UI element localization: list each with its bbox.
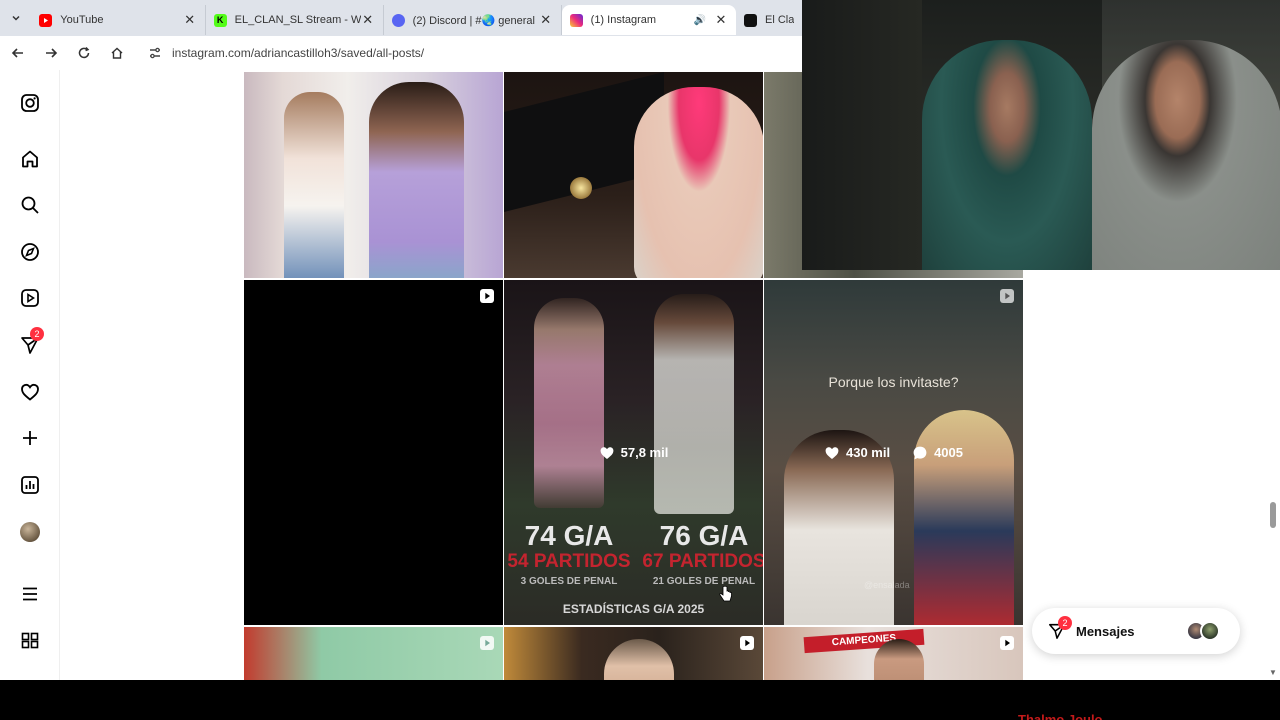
comments-stat: 4005 (912, 445, 963, 461)
youtube-favicon-icon (39, 13, 53, 27)
ga-value: 74 G/A (524, 520, 614, 551)
address-bar[interactable]: instagram.com/adriancastilloh3/saved/all… (140, 40, 802, 66)
avatar (20, 522, 40, 542)
likes-count: 430 mil (845, 445, 891, 460)
tab-title: El Clan (765, 14, 794, 26)
likes-stat: 430 mil (824, 445, 890, 461)
saved-post[interactable] (504, 72, 763, 278)
browser-tab-instagram[interactable]: (1) Instagram 🔊 ✕ (561, 5, 736, 35)
browser-tab-kick-stream[interactable]: K EL_CLAN_SL Stream - Watc ✕ (206, 5, 384, 35)
tab-title: (1) Instagram (590, 14, 657, 26)
reel-icon (480, 636, 494, 650)
unread-badge: 2 (30, 327, 44, 341)
comments-count: 4005 (934, 445, 963, 460)
room-wall (802, 0, 922, 270)
penalty-goals: 3 GOLES DE PENAL (520, 576, 618, 587)
saved-post-reel[interactable]: CAMPEONES (764, 627, 1023, 680)
saved-post-reel[interactable] (244, 627, 503, 680)
explore-icon[interactable] (18, 240, 42, 264)
notifications-heart-icon[interactable] (18, 380, 42, 404)
heart-icon (825, 446, 839, 459)
person-left-hoodie (922, 40, 1092, 270)
back-arrow-icon[interactable] (3, 38, 33, 68)
watermark: @ensalada (864, 580, 910, 590)
likes-count: 57,8 mil (620, 445, 669, 460)
messages-icon[interactable]: 2 (18, 327, 44, 357)
saved-post-reel[interactable] (504, 627, 763, 680)
reel-icon (1000, 636, 1014, 650)
close-tab-icon[interactable]: ✕ (183, 12, 197, 28)
saved-post-reel[interactable] (244, 280, 503, 625)
heart-icon (600, 446, 614, 459)
browser-tab-tiktok[interactable]: El Clan (736, 5, 802, 35)
more-menu-icon[interactable] (18, 582, 42, 606)
reload-icon[interactable] (69, 38, 99, 68)
tab-title: (2) Discord | #🌏 general | (412, 14, 539, 27)
penalty-goals: 21 GOLES DE PENAL (652, 576, 756, 587)
search-icon[interactable] (18, 193, 42, 217)
page-scrollbar-thumb[interactable] (1270, 502, 1276, 528)
avatar (1200, 621, 1220, 641)
reel-icon (480, 289, 494, 303)
tiktok-favicon-icon (744, 13, 757, 27)
browser-tab-youtube[interactable]: YouTube ✕ (31, 5, 206, 35)
person-right-sweater (1092, 40, 1280, 270)
saved-post-football-stats[interactable]: 57,8 mil 74 G/A 54 PARTIDOS 3 GOLES DE P… (504, 280, 763, 625)
create-plus-icon[interactable] (18, 426, 42, 450)
close-tab-icon[interactable]: ✕ (539, 12, 553, 28)
url-text[interactable]: instagram.com/adriancastilloh3/saved/all… (172, 46, 424, 60)
close-tab-icon[interactable]: ✕ (361, 12, 375, 28)
saved-post-reel[interactable]: Porque los invitaste? 430 mil 4005 @ensa… (764, 280, 1023, 625)
messages-label: Mensajes (1076, 623, 1135, 639)
instagram-sidebar: 2 (0, 70, 60, 680)
close-tab-icon[interactable]: ✕ (714, 12, 728, 28)
reels-icon[interactable] (18, 286, 42, 310)
site-settings-icon[interactable] (148, 46, 162, 60)
also-from-meta-icon[interactable] (18, 629, 42, 653)
scroll-down-arrow-icon[interactable]: ▼ (1268, 668, 1278, 678)
discord-favicon-icon (391, 13, 405, 27)
mouse-cursor-hand-icon (719, 585, 732, 602)
stat-block-left: 74 G/A 54 PARTIDOS 3 GOLES DE PENAL (504, 520, 634, 587)
tab-title: YouTube (60, 14, 104, 26)
instagram-favicon-icon (569, 13, 583, 27)
unread-badge: 2 (1058, 616, 1072, 630)
person-figure (604, 639, 674, 680)
browser-tab-bar: YouTube ✕ K EL_CLAN_SL Stream - Watc ✕ (… (0, 0, 802, 36)
instagram-logo-icon[interactable] (18, 91, 42, 115)
post-hover-stats: 430 mil 4005 (764, 280, 1023, 625)
games-value: 54 PARTIDOS (507, 551, 631, 572)
home-button-icon[interactable] (102, 38, 132, 68)
person-figure (369, 82, 464, 278)
stream-overlay-text: Thalmo Joulo (1018, 712, 1103, 720)
person-figure (284, 92, 344, 278)
tab-search-menu-chevron-icon[interactable] (0, 0, 31, 36)
ga-value: 76 G/A (659, 520, 749, 551)
recent-chats-avatars (1186, 621, 1220, 641)
webcam-overlay (802, 0, 1280, 270)
profile-avatar[interactable] (18, 520, 42, 544)
reel-icon (740, 636, 754, 650)
browser-tab-discord[interactable]: (2) Discord | #🌏 general | ✕ (384, 5, 562, 35)
comment-icon (913, 446, 927, 459)
person-pink-hair (634, 87, 763, 278)
games-value: 67 PARTIDOS (642, 551, 763, 572)
likes-stat: 57,8 mil (599, 445, 669, 461)
home-icon[interactable] (18, 147, 42, 171)
saved-post[interactable] (244, 72, 503, 278)
tab-title: EL_CLAN_SL Stream - Watc (234, 14, 361, 26)
kick-favicon-icon: K (213, 13, 227, 27)
forward-arrow-icon[interactable] (36, 38, 66, 68)
lamp-light (570, 177, 592, 199)
post-caption: ESTADÍSTICAS G/A 2025 (562, 602, 705, 616)
dashboard-icon[interactable] (18, 473, 42, 497)
messages-button[interactable]: 2 Mensajes (1032, 608, 1240, 654)
browser-toolbar: instagram.com/adriancastilloh3/saved/all… (0, 36, 802, 70)
speaker-icon[interactable]: 🔊 (694, 15, 706, 26)
stat-block-right: 76 G/A 67 PARTIDOS 21 GOLES DE PENAL (634, 520, 763, 587)
